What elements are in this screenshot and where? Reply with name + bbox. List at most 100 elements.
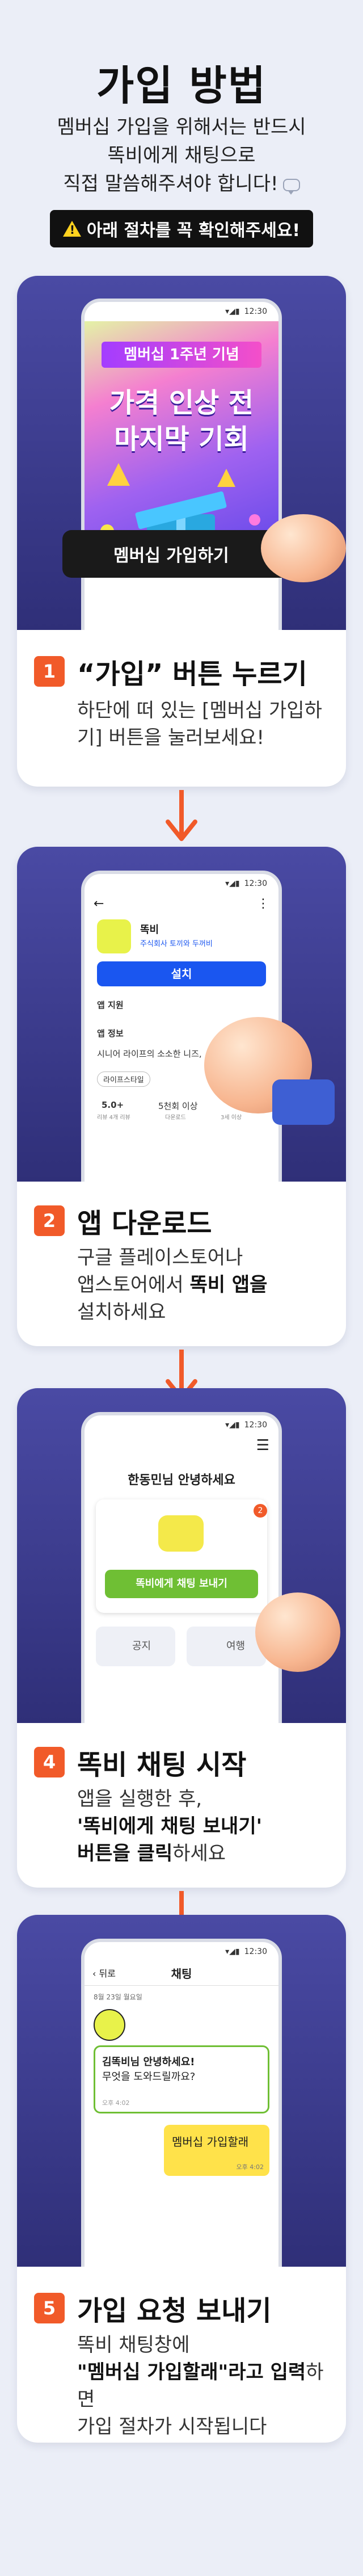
header-desc-line-3: 직접 말씀해주셔야 합니다! — [0, 168, 363, 196]
desc-text: 앱스토어에서 — [77, 1274, 190, 1296]
rating-sub: 리뷰 4개 리뷰 — [97, 1115, 130, 1121]
age-rating: 3세 이상 — [221, 1115, 242, 1121]
step-number-badge: 1 — [34, 656, 65, 687]
step-title: 앱 다운로드 — [77, 1208, 212, 1239]
step-card-3: ▾◢▮ 12:30 ☰ 한동민님 안녕하세요 2 똑비에게 채팅 보내기 공지 여… — [17, 1388, 346, 1888]
app-name: 똑비 — [140, 924, 159, 936]
step-4-heading: 5 가입 요청 보내기 — [34, 2288, 272, 2328]
alert-text: 아래 절차를 꼭 확인해주세요! — [86, 221, 301, 241]
app-developer: 주식회사 토끼와 두꺼비 — [140, 940, 213, 948]
step-2-heading: 2 앱 다운로드 — [34, 1201, 212, 1241]
step-card-4: ▾◢▮ 12:30 ‹ 뒤로 채팅 8월 23일 월요일 김똑비님 안녕하세요! … — [17, 1915, 346, 2443]
step-desc-line: "멤버십 가입할래"라고 입력하면 — [77, 2359, 332, 2413]
step-title: 가입 요청 보내기 — [77, 2295, 272, 2327]
divider — [85, 1985, 278, 1986]
category-chip[interactable]: 라이프스타일 — [97, 1071, 150, 1087]
bot-message-line-2: 무엇을 도와드릴까요? — [102, 2071, 196, 2083]
phone-mockup: ▾◢▮ 12:30 멤버십 1주년 기념 가격 인상 전 마지막 기회 — [81, 299, 282, 630]
signal-icon: ▾◢▮ — [225, 1947, 240, 1956]
user-message-bubble: 멤버십 가입할래 오후 4:02 — [164, 2125, 269, 2176]
step-1-heading: 1 “가입” 버튼 누르기 — [34, 652, 307, 691]
step-desc-line: 하단에 떠 있는 [멤버십 가입하 — [77, 699, 322, 722]
alert-bar: 아래 절차를 꼭 확인해주세요! — [50, 210, 313, 247]
banner-line-1: 가격 인상 전 — [109, 387, 254, 419]
bot-message-time: 오후 4:02 — [102, 2099, 130, 2107]
step-3-heading: 4 똑비 채팅 시작 — [34, 1742, 246, 1782]
chat-date: 8월 23일 월요일 — [94, 1993, 142, 2001]
user-message-time: 오후 4:02 — [236, 2163, 264, 2171]
step-desc-line: 똑비 채팅창에 — [77, 2334, 190, 2356]
status-bar: ▾◢▮ 12:30 — [85, 1415, 278, 1435]
bot-avatar — [94, 2009, 125, 2041]
step-4-desc: 똑비 채팅창에 "멤버십 가입할래"라고 입력하면 가입 절차가 시작됩니다 — [77, 2331, 332, 2440]
warning-icon — [62, 221, 81, 237]
status-time: 12:30 — [244, 1421, 267, 1430]
desc-bold: 똑비 앱을 — [189, 1274, 268, 1296]
status-time: 12:30 — [244, 879, 267, 888]
phone-mockup: ▾◢▮ 12:30 ‹ 뒤로 채팅 8월 23일 월요일 김똑비님 안녕하세요! … — [81, 1939, 282, 2267]
page-title: 가입 방법 — [96, 62, 267, 110]
step-title: “가입” 버튼 누르기 — [77, 658, 307, 690]
step-card-2: ▾◢▮ 12:30 ← ⋮ 똑비 주식회사 토끼와 두꺼비 설치 앱 지원 앱 정… — [17, 847, 346, 1346]
step-4-visual: ▾◢▮ 12:30 ‹ 뒤로 채팅 8월 23일 월요일 김똑비님 안녕하세요! … — [17, 1915, 346, 2267]
downloads-sub: 다운로드 — [165, 1115, 186, 1121]
signal-icon: ▾◢▮ — [225, 1421, 240, 1430]
notice-label: 공지 — [132, 1640, 151, 1652]
step-number-badge: 4 — [34, 1747, 65, 1777]
user-message-text: 멤버십 가입할래 — [172, 2135, 249, 2149]
travel-label: 여행 — [226, 1640, 246, 1652]
signal-icon: ▾◢▮ — [225, 879, 240, 888]
notice-tile[interactable]: 공지 — [96, 1627, 175, 1666]
step-desc-line: 가입 절차가 시작됩니다 — [77, 2415, 267, 2438]
speech-bubble-icon — [282, 178, 300, 195]
app-info-label: 앱 정보 — [97, 1028, 124, 1039]
banner-tag: 멤버십 1주년 기념 — [102, 342, 261, 368]
step-desc-line: 구글 플레이스토어나 — [77, 1246, 243, 1269]
signal-icon: ▾◢▮ — [225, 307, 240, 316]
travel-tile[interactable]: 여행 — [187, 1627, 266, 1666]
notification-badge: 2 — [254, 1504, 267, 1518]
send-chat-button[interactable]: 똑비에게 채팅 보내기 — [105, 1570, 258, 1598]
sleeve-cuff — [272, 1079, 335, 1125]
install-button[interactable]: 설치 — [97, 961, 266, 986]
chat-illustration-icon — [158, 1515, 204, 1552]
desc-bold: "멤버십 가입할래"라고 입력 — [77, 2361, 306, 2384]
greeting-text: 한동민님 안녕하세요 — [128, 1473, 235, 1487]
status-bar: ▾◢▮ 12:30 — [85, 874, 278, 893]
step-number-badge: 5 — [34, 2293, 65, 2323]
status-bar: ▾◢▮ 12:30 — [85, 302, 278, 321]
step-title: 똑비 채팅 시작 — [77, 1749, 247, 1781]
downloads-value: 5천회 이상 — [158, 1101, 198, 1111]
app-logo-icon — [97, 919, 131, 953]
status-time: 12:30 — [244, 307, 267, 316]
step-desc-line: 설치하세요 — [77, 1301, 166, 1323]
rating-value: 5.0+ — [102, 1100, 124, 1110]
step-2-desc: 구글 플레이스토어나 앱스토어에서 똑비 앱을 설치하세요 — [77, 1244, 332, 1326]
status-bar: ▾◢▮ 12:30 — [85, 1942, 278, 1961]
step-3-desc: 앱을 실행한 후, '똑비에게 채팅 보내기' 버튼을 클릭하세요 — [77, 1785, 332, 1867]
step-2-visual: ▾◢▮ 12:30 ← ⋮ 똑비 주식회사 토끼와 두꺼비 설치 앱 지원 앱 정… — [17, 847, 346, 1182]
phone-mockup: ▾◢▮ 12:30 ☰ 한동민님 안녕하세요 2 똑비에게 채팅 보내기 공지 여… — [81, 1412, 282, 1723]
step-desc-line: 기] 버튼을 눌러보세요! — [77, 726, 265, 749]
back-arrow-icon[interactable]: ← — [94, 897, 104, 911]
pointing-hand-icon — [261, 514, 346, 582]
step-desc-line: 앱을 실행한 후, — [77, 1788, 202, 1810]
step-desc-line: '똑비에게 채팅 보내기' — [77, 1813, 332, 1840]
step-number-badge: 2 — [34, 1205, 65, 1236]
step-card-1: ▾◢▮ 12:30 멤버십 1주년 기념 가격 인상 전 마지막 기회 멤버십 가… — [17, 276, 346, 787]
step-desc-line: 버튼을 클릭하세요 — [77, 1840, 332, 1867]
step-3-visual: ▾◢▮ 12:30 ☰ 한동민님 안녕하세요 2 똑비에게 채팅 보내기 공지 여… — [17, 1388, 346, 1723]
more-icon[interactable]: ⋮ — [257, 897, 269, 911]
header-desc-line-1: 멤버십 가입을 위해서는 반드시 — [57, 116, 306, 138]
banner-line-2: 마지막 기회 — [114, 423, 249, 455]
status-time: 12:30 — [244, 1947, 267, 1956]
step-1-desc: 하단에 떠 있는 [멤버십 가입하 기] 버튼을 눌러보세요! — [77, 697, 332, 751]
pointing-hand-icon — [255, 1592, 340, 1672]
down-arrow-icon — [166, 790, 197, 841]
header-desc-line-3-text: 직접 말씀해주셔야 합니다! — [63, 173, 278, 195]
menu-icon[interactable]: ☰ — [256, 1437, 269, 1454]
app-support-label: 앱 지원 — [97, 1000, 124, 1010]
desc-bold: 버튼을 클릭 — [77, 1842, 173, 1865]
bot-message-line-1: 김똑비님 안녕하세요! — [102, 2056, 195, 2068]
app-description: 시니어 라이프의 소소한 니즈, — [97, 1049, 202, 1059]
